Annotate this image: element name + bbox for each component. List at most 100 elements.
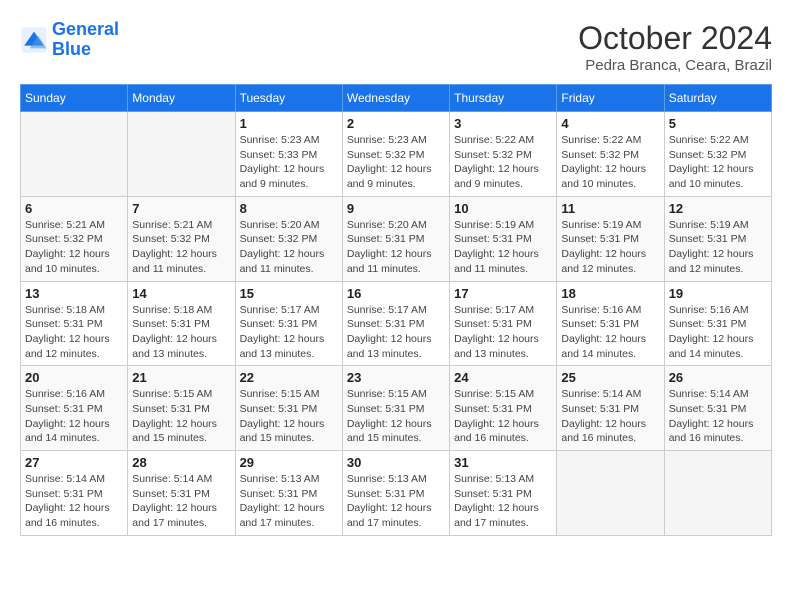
calendar-table: SundayMondayTuesdayWednesdayThursdayFrid… bbox=[20, 84, 772, 536]
header-cell-monday: Monday bbox=[128, 85, 235, 112]
day-number: 3 bbox=[454, 116, 552, 131]
day-number: 13 bbox=[25, 286, 123, 301]
page-header: General Blue October 2024 Pedra Branca, … bbox=[20, 20, 772, 74]
day-cell: 15 Sunrise: 5:17 AM Sunset: 5:31 PM Dayli… bbox=[235, 281, 342, 366]
month-title: October 2024 bbox=[578, 20, 772, 57]
day-cell: 12 Sunrise: 5:19 AM Sunset: 5:31 PM Dayli… bbox=[664, 196, 771, 281]
day-cell bbox=[664, 451, 771, 536]
day-number: 20 bbox=[25, 370, 123, 385]
day-cell: 13 Sunrise: 5:18 AM Sunset: 5:31 PM Dayli… bbox=[21, 281, 128, 366]
day-cell: 20 Sunrise: 5:16 AM Sunset: 5:31 PM Dayli… bbox=[21, 366, 128, 451]
day-number: 5 bbox=[669, 116, 767, 131]
location-subtitle: Pedra Branca, Ceara, Brazil bbox=[578, 57, 772, 74]
day-info: Sunrise: 5:14 AM Sunset: 5:31 PM Dayligh… bbox=[561, 387, 659, 446]
day-info: Sunrise: 5:17 AM Sunset: 5:31 PM Dayligh… bbox=[347, 303, 445, 362]
day-info: Sunrise: 5:21 AM Sunset: 5:32 PM Dayligh… bbox=[25, 218, 123, 277]
day-number: 12 bbox=[669, 201, 767, 216]
day-number: 10 bbox=[454, 201, 552, 216]
day-info: Sunrise: 5:16 AM Sunset: 5:31 PM Dayligh… bbox=[669, 303, 767, 362]
day-info: Sunrise: 5:13 AM Sunset: 5:31 PM Dayligh… bbox=[240, 472, 338, 531]
day-info: Sunrise: 5:14 AM Sunset: 5:31 PM Dayligh… bbox=[669, 387, 767, 446]
day-cell bbox=[128, 112, 235, 197]
day-info: Sunrise: 5:15 AM Sunset: 5:31 PM Dayligh… bbox=[347, 387, 445, 446]
day-info: Sunrise: 5:22 AM Sunset: 5:32 PM Dayligh… bbox=[454, 133, 552, 192]
day-cell: 23 Sunrise: 5:15 AM Sunset: 5:31 PM Dayli… bbox=[342, 366, 449, 451]
day-info: Sunrise: 5:16 AM Sunset: 5:31 PM Dayligh… bbox=[25, 387, 123, 446]
week-row-4: 20 Sunrise: 5:16 AM Sunset: 5:31 PM Dayli… bbox=[21, 366, 772, 451]
day-number: 4 bbox=[561, 116, 659, 131]
day-info: Sunrise: 5:20 AM Sunset: 5:32 PM Dayligh… bbox=[240, 218, 338, 277]
calendar-body: 1Sunrise: 5:23 AM Sunset: 5:33 PM Daylig… bbox=[21, 112, 772, 536]
day-cell: 6 Sunrise: 5:21 AM Sunset: 5:32 PM Daylig… bbox=[21, 196, 128, 281]
day-cell: 14Sunrise: 5:18 AM Sunset: 5:31 PM Dayli… bbox=[128, 281, 235, 366]
day-info: Sunrise: 5:19 AM Sunset: 5:31 PM Dayligh… bbox=[669, 218, 767, 277]
day-info: Sunrise: 5:17 AM Sunset: 5:31 PM Dayligh… bbox=[240, 303, 338, 362]
day-cell: 1Sunrise: 5:23 AM Sunset: 5:33 PM Daylig… bbox=[235, 112, 342, 197]
day-info: Sunrise: 5:15 AM Sunset: 5:31 PM Dayligh… bbox=[240, 387, 338, 446]
day-cell: 28Sunrise: 5:14 AM Sunset: 5:31 PM Dayli… bbox=[128, 451, 235, 536]
day-info: Sunrise: 5:14 AM Sunset: 5:31 PM Dayligh… bbox=[25, 472, 123, 531]
day-number: 16 bbox=[347, 286, 445, 301]
day-cell: 30 Sunrise: 5:13 AM Sunset: 5:31 PM Dayli… bbox=[342, 451, 449, 536]
day-number: 26 bbox=[669, 370, 767, 385]
header-cell-sunday: Sunday bbox=[21, 85, 128, 112]
day-info: Sunrise: 5:19 AM Sunset: 5:31 PM Dayligh… bbox=[561, 218, 659, 277]
day-number: 31 bbox=[454, 455, 552, 470]
day-number: 28 bbox=[132, 455, 230, 470]
day-cell: 11 Sunrise: 5:19 AM Sunset: 5:31 PM Dayli… bbox=[557, 196, 664, 281]
week-row-1: 1Sunrise: 5:23 AM Sunset: 5:33 PM Daylig… bbox=[21, 112, 772, 197]
day-cell: 24 Sunrise: 5:15 AM Sunset: 5:31 PM Dayli… bbox=[450, 366, 557, 451]
day-cell: 7 Sunrise: 5:21 AM Sunset: 5:32 PM Daylig… bbox=[128, 196, 235, 281]
day-info: Sunrise: 5:16 AM Sunset: 5:31 PM Dayligh… bbox=[561, 303, 659, 362]
day-number: 23 bbox=[347, 370, 445, 385]
header-cell-saturday: Saturday bbox=[664, 85, 771, 112]
day-number: 18 bbox=[561, 286, 659, 301]
day-cell: 26 Sunrise: 5:14 AM Sunset: 5:31 PM Dayli… bbox=[664, 366, 771, 451]
day-cell: 10 Sunrise: 5:19 AM Sunset: 5:31 PM Dayli… bbox=[450, 196, 557, 281]
day-number: 29 bbox=[240, 455, 338, 470]
day-cell: 25Sunrise: 5:14 AM Sunset: 5:31 PM Dayli… bbox=[557, 366, 664, 451]
day-cell: 31Sunrise: 5:13 AM Sunset: 5:31 PM Dayli… bbox=[450, 451, 557, 536]
day-info: Sunrise: 5:18 AM Sunset: 5:31 PM Dayligh… bbox=[25, 303, 123, 362]
day-number: 24 bbox=[454, 370, 552, 385]
day-info: Sunrise: 5:19 AM Sunset: 5:31 PM Dayligh… bbox=[454, 218, 552, 277]
day-number: 14 bbox=[132, 286, 230, 301]
day-number: 11 bbox=[561, 201, 659, 216]
day-info: Sunrise: 5:23 AM Sunset: 5:33 PM Dayligh… bbox=[240, 133, 338, 192]
day-number: 15 bbox=[240, 286, 338, 301]
day-info: Sunrise: 5:15 AM Sunset: 5:31 PM Dayligh… bbox=[132, 387, 230, 446]
day-info: Sunrise: 5:15 AM Sunset: 5:31 PM Dayligh… bbox=[454, 387, 552, 446]
day-number: 9 bbox=[347, 201, 445, 216]
header-cell-tuesday: Tuesday bbox=[235, 85, 342, 112]
day-number: 7 bbox=[132, 201, 230, 216]
day-cell: 5 Sunrise: 5:22 AM Sunset: 5:32 PM Daylig… bbox=[664, 112, 771, 197]
day-info: Sunrise: 5:20 AM Sunset: 5:31 PM Dayligh… bbox=[347, 218, 445, 277]
day-cell: 21Sunrise: 5:15 AM Sunset: 5:31 PM Dayli… bbox=[128, 366, 235, 451]
day-number: 2 bbox=[347, 116, 445, 131]
day-cell bbox=[557, 451, 664, 536]
day-number: 6 bbox=[25, 201, 123, 216]
week-row-2: 6 Sunrise: 5:21 AM Sunset: 5:32 PM Daylig… bbox=[21, 196, 772, 281]
header-cell-thursday: Thursday bbox=[450, 85, 557, 112]
day-info: Sunrise: 5:23 AM Sunset: 5:32 PM Dayligh… bbox=[347, 133, 445, 192]
header-cell-wednesday: Wednesday bbox=[342, 85, 449, 112]
logo: General Blue bbox=[20, 20, 119, 60]
day-cell: 22 Sunrise: 5:15 AM Sunset: 5:31 PM Dayli… bbox=[235, 366, 342, 451]
day-cell bbox=[21, 112, 128, 197]
week-row-3: 13 Sunrise: 5:18 AM Sunset: 5:31 PM Dayli… bbox=[21, 281, 772, 366]
day-cell: 16 Sunrise: 5:17 AM Sunset: 5:31 PM Dayli… bbox=[342, 281, 449, 366]
day-info: Sunrise: 5:13 AM Sunset: 5:31 PM Dayligh… bbox=[347, 472, 445, 531]
day-number: 27 bbox=[25, 455, 123, 470]
day-number: 30 bbox=[347, 455, 445, 470]
day-info: Sunrise: 5:22 AM Sunset: 5:32 PM Dayligh… bbox=[561, 133, 659, 192]
header-row: SundayMondayTuesdayWednesdayThursdayFrid… bbox=[21, 85, 772, 112]
day-cell: 2 Sunrise: 5:23 AM Sunset: 5:32 PM Daylig… bbox=[342, 112, 449, 197]
day-cell: 18 Sunrise: 5:16 AM Sunset: 5:31 PM Dayli… bbox=[557, 281, 664, 366]
day-cell: 17Sunrise: 5:17 AM Sunset: 5:31 PM Dayli… bbox=[450, 281, 557, 366]
day-cell: 29 Sunrise: 5:13 AM Sunset: 5:31 PM Dayli… bbox=[235, 451, 342, 536]
day-cell: 9 Sunrise: 5:20 AM Sunset: 5:31 PM Daylig… bbox=[342, 196, 449, 281]
day-info: Sunrise: 5:21 AM Sunset: 5:32 PM Dayligh… bbox=[132, 218, 230, 277]
header-cell-friday: Friday bbox=[557, 85, 664, 112]
day-info: Sunrise: 5:22 AM Sunset: 5:32 PM Dayligh… bbox=[669, 133, 767, 192]
day-number: 22 bbox=[240, 370, 338, 385]
